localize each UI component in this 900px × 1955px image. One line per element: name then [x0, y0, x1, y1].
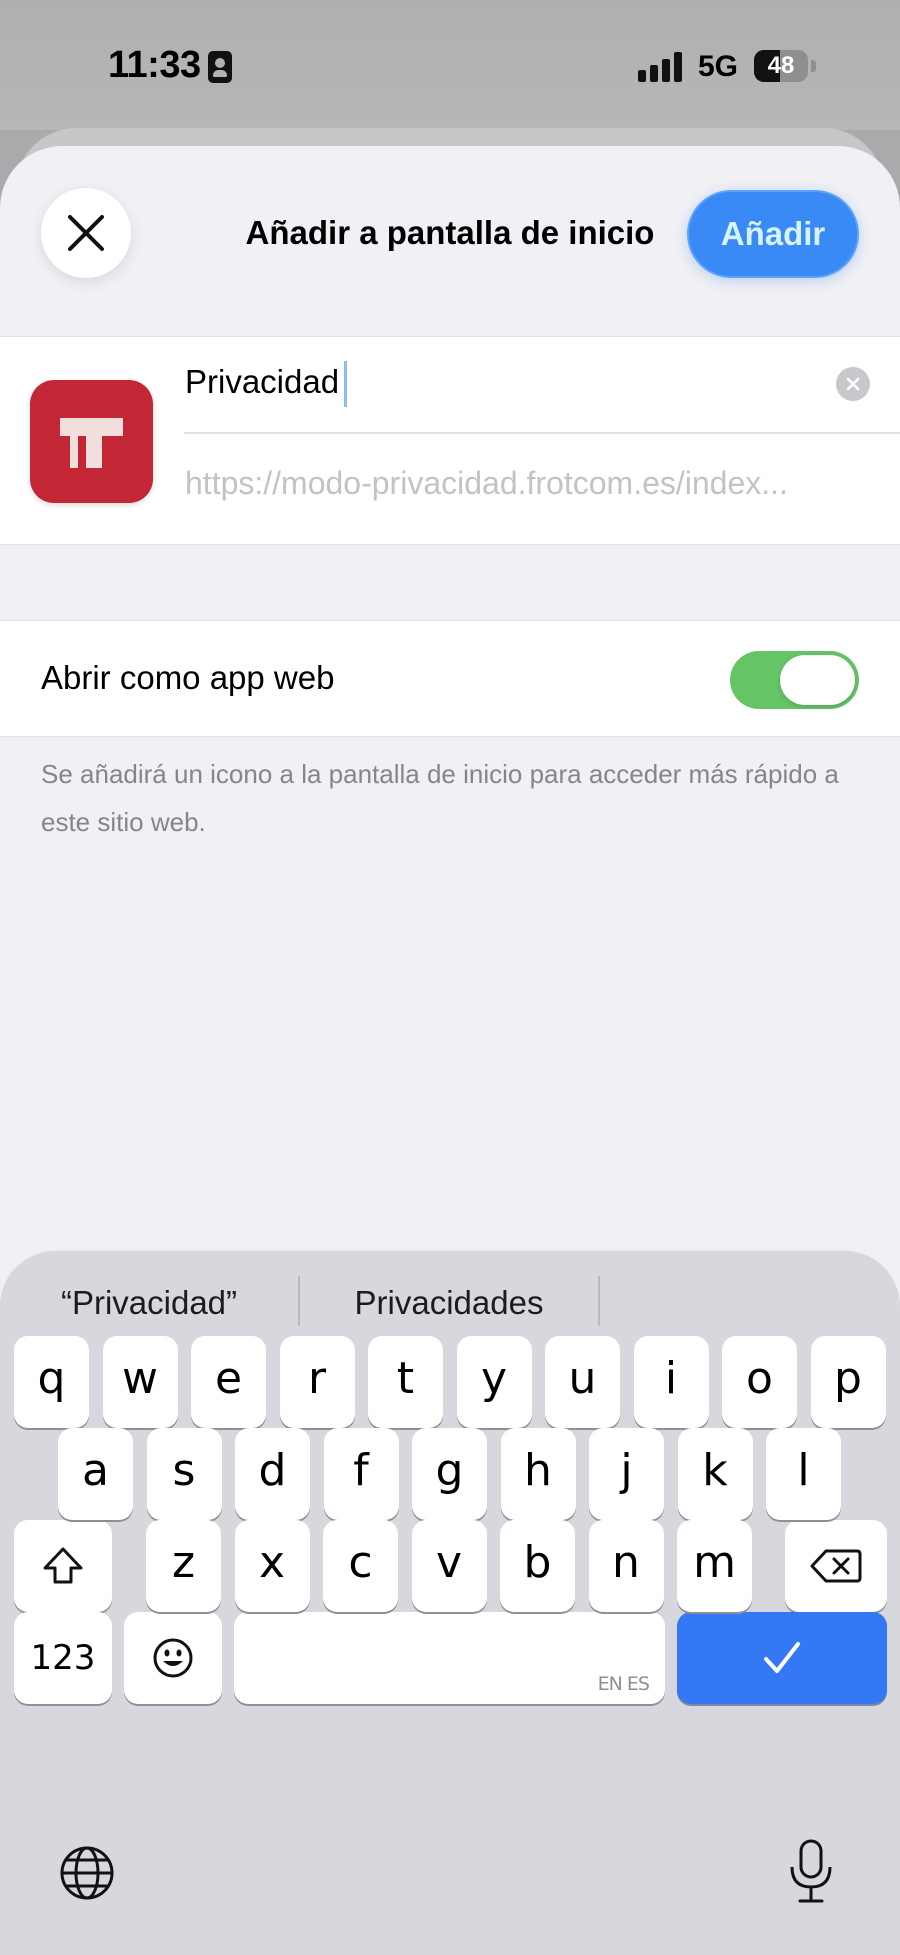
key-p[interactable]: p — [810, 1336, 886, 1428]
key-y[interactable]: y — [456, 1336, 532, 1428]
toggle-knob — [780, 655, 855, 705]
dictation-button[interactable] — [786, 1837, 836, 1907]
microphone-icon — [790, 1839, 832, 1903]
delete-key[interactable] — [785, 1520, 887, 1612]
url-text: https://modo-privacidad.frotcom.es/index… — [185, 465, 788, 501]
key-o[interactable]: o — [722, 1336, 797, 1428]
text-caret — [344, 361, 347, 407]
status-time: 11:33 — [108, 44, 201, 86]
add-button[interactable]: Añadir — [687, 190, 859, 278]
network-type: 5G — [698, 50, 739, 83]
battery-level: 48 — [767, 52, 795, 79]
key-e[interactable]: e — [191, 1336, 266, 1428]
key-t[interactable]: t — [368, 1336, 443, 1428]
key-j[interactable]: j — [589, 1428, 664, 1520]
frotcom-logo-icon — [60, 418, 123, 468]
battery-icon: 48 — [754, 50, 808, 82]
contact-card-icon — [208, 51, 232, 83]
key-v[interactable]: v — [411, 1520, 487, 1612]
shift-key[interactable] — [14, 1520, 112, 1612]
key-k[interactable]: k — [677, 1428, 753, 1520]
clear-icon — [846, 377, 860, 391]
done-key[interactable] — [677, 1612, 887, 1704]
web-app-toggle[interactable] — [730, 651, 859, 709]
key-z[interactable]: z — [146, 1520, 221, 1612]
signal-icon — [638, 52, 684, 82]
key-g[interactable]: g — [412, 1428, 487, 1520]
keyboard: “Privacidad” Privacidades 123 EN ES q w … — [0, 1250, 900, 1955]
field-divider — [184, 432, 900, 434]
space-key[interactable]: EN ES — [234, 1612, 665, 1704]
key-b[interactable]: b — [500, 1520, 575, 1612]
suggestion-separator — [598, 1276, 600, 1326]
key-c[interactable]: c — [323, 1520, 398, 1612]
space-language-label: EN ES — [597, 1673, 650, 1695]
footnote-text: Se añadirá un icono a la pantalla de ini… — [41, 759, 839, 837]
status-bar: 11:33 5G 48 — [0, 0, 900, 130]
emoji-icon — [153, 1638, 193, 1678]
key-r[interactable]: r — [279, 1336, 355, 1428]
battery-tip — [811, 60, 816, 72]
sheet-title: Añadir a pantalla de inicio — [245, 214, 655, 251]
delete-icon — [810, 1549, 862, 1583]
numbers-key[interactable]: 123 — [14, 1612, 112, 1704]
checkmark-icon — [764, 1642, 800, 1673]
key-m[interactable]: m — [677, 1520, 752, 1612]
web-app-toggle-row: Abrir como app web — [0, 620, 900, 737]
key-f[interactable]: f — [323, 1428, 399, 1520]
key-i[interactable]: i — [633, 1336, 709, 1428]
key-l[interactable]: l — [766, 1428, 841, 1520]
key-u[interactable]: u — [545, 1336, 620, 1428]
suggestion-quoted[interactable]: “Privacidad” — [0, 1279, 298, 1327]
key-h[interactable]: h — [500, 1428, 576, 1520]
globe-button[interactable] — [57, 1843, 117, 1903]
bookmark-details-card: https://modo-privacidad.frotcom.es/index… — [0, 336, 900, 545]
shift-icon — [43, 1547, 83, 1584]
key-n[interactable]: n — [588, 1520, 664, 1612]
web-app-toggle-label: Abrir como app web — [41, 659, 335, 696]
name-input[interactable] — [185, 351, 835, 413]
emoji-key[interactable] — [124, 1612, 222, 1704]
close-icon — [68, 215, 104, 251]
numbers-key-label: 123 — [30, 1638, 96, 1678]
key-q[interactable]: q — [14, 1336, 89, 1428]
globe-icon — [60, 1846, 114, 1900]
suggestion-privacidades[interactable]: Privacidades — [300, 1279, 598, 1327]
key-s[interactable]: s — [146, 1428, 222, 1520]
key-w[interactable]: w — [102, 1336, 178, 1428]
close-button[interactable] — [41, 188, 131, 278]
key-d[interactable]: d — [235, 1428, 310, 1520]
key-a[interactable]: a — [58, 1428, 133, 1520]
clear-text-button[interactable] — [836, 367, 870, 401]
app-icon — [30, 380, 153, 503]
key-x[interactable]: x — [234, 1520, 310, 1612]
